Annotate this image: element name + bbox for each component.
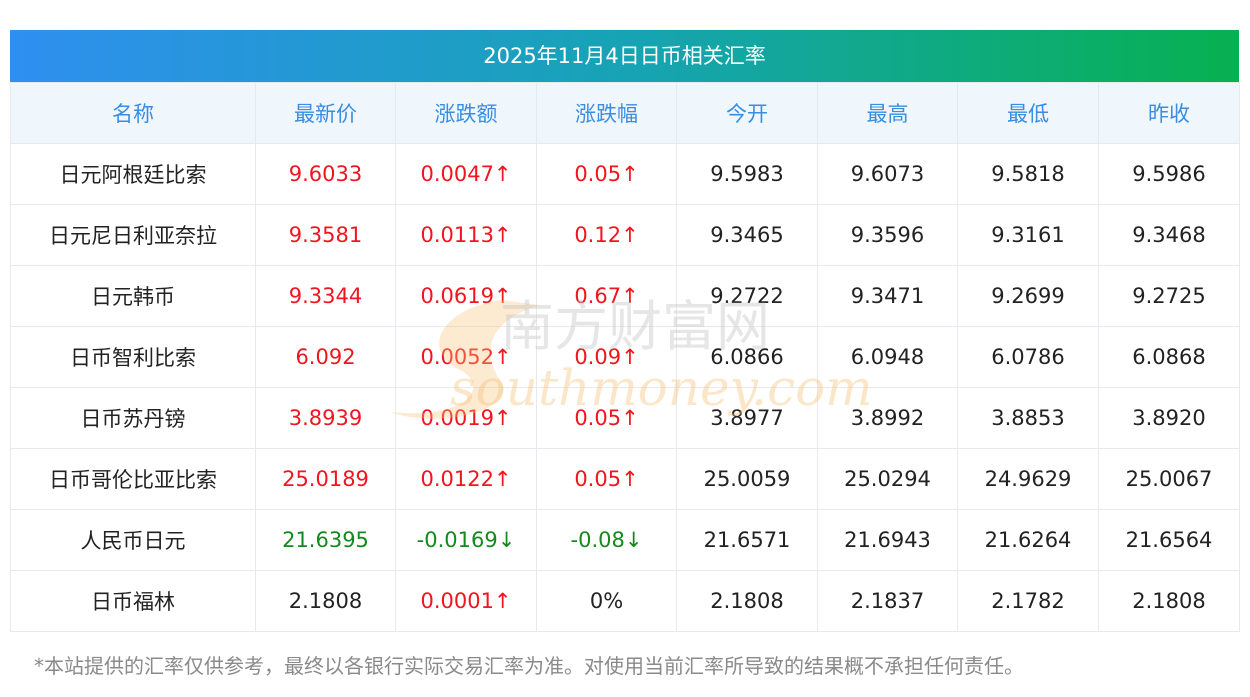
cell-latest: 9.3344: [255, 265, 396, 327]
cell-change-pct: 0.09↑: [536, 326, 677, 388]
cell-name: 日元韩币: [10, 265, 256, 327]
cell-prev-close: 9.5986: [1098, 143, 1240, 205]
table-row: 日元阿根廷比索 9.6033 0.0047↑ 0.05↑ 9.5983 9.6073 9.5…: [10, 143, 1240, 205]
cell-name: 日币哥伦比亚比索: [10, 448, 256, 510]
cell-high: 6.0948: [817, 326, 958, 388]
cell-change-pct: 0%: [536, 570, 677, 632]
cell-name: 人民币日元: [10, 509, 256, 571]
cell-open: 6.0866: [676, 326, 818, 388]
cell-high: 2.1837: [817, 570, 958, 632]
cell-high: 9.3471: [817, 265, 958, 327]
cell-change-pct: 0.05↑: [536, 448, 677, 510]
cell-change: 0.0001↑: [395, 570, 537, 632]
cell-prev-close: 25.0067: [1098, 448, 1240, 510]
column-header-name: 名称: [10, 82, 256, 144]
cell-high: 21.6943: [817, 509, 958, 571]
cell-name: 日币苏丹镑: [10, 387, 256, 449]
cell-change-pct: -0.08↓: [536, 509, 677, 571]
cell-high: 3.8992: [817, 387, 958, 449]
cell-change-pct: 0.05↑: [536, 387, 677, 449]
cell-open: 9.3465: [676, 204, 818, 266]
cell-prev-close: 3.8920: [1098, 387, 1240, 449]
table-row: 日元尼日利亚奈拉 9.3581 0.0113↑ 0.12↑ 9.3465 9.3596 9.…: [10, 204, 1240, 266]
cell-open: 3.8977: [676, 387, 818, 449]
cell-change: 0.0047↑: [395, 143, 537, 205]
column-header-prev-close: 昨收: [1098, 82, 1240, 144]
cell-low: 24.9629: [957, 448, 1099, 510]
table-row: 人民币日元 21.6395 -0.0169↓ -0.08↓ 21.6571 21.6943…: [10, 509, 1240, 571]
cell-low: 2.1782: [957, 570, 1099, 632]
cell-high: 25.0294: [817, 448, 958, 510]
cell-latest: 9.6033: [255, 143, 396, 205]
column-header-latest: 最新价: [255, 82, 396, 144]
cell-low: 6.0786: [957, 326, 1099, 388]
cell-latest: 9.3581: [255, 204, 396, 266]
cell-open: 9.2722: [676, 265, 818, 327]
table-row: 日币智利比索 6.092 0.0052↑ 0.09↑ 6.0866 6.0948 6.078…: [10, 326, 1240, 388]
cell-low: 9.3161: [957, 204, 1099, 266]
column-header-low: 最低: [957, 82, 1099, 144]
cell-prev-close: 6.0868: [1098, 326, 1240, 388]
cell-open: 9.5983: [676, 143, 818, 205]
cell-latest: 2.1808: [255, 570, 396, 632]
cell-low: 21.6264: [957, 509, 1099, 571]
table-row: 日币哥伦比亚比索 25.0189 0.0122↑ 0.05↑ 25.0059 25.029…: [10, 448, 1240, 510]
column-header-high: 最高: [817, 82, 958, 144]
cell-change-pct: 0.67↑: [536, 265, 677, 327]
cell-latest: 6.092: [255, 326, 396, 388]
column-header-change: 涨跌额: [395, 82, 537, 144]
cell-prev-close: 2.1808: [1098, 570, 1240, 632]
table-title: 2025年11月4日日币相关汇率: [10, 30, 1239, 82]
cell-high: 9.3596: [817, 204, 958, 266]
table-row: 日元韩币 9.3344 0.0619↑ 0.67↑ 9.2722 9.3471 9.2699…: [10, 265, 1240, 327]
cell-change: 0.0122↑: [395, 448, 537, 510]
cell-change: -0.0169↓: [395, 509, 537, 571]
cell-name: 日币智利比索: [10, 326, 256, 388]
column-header-change-pct: 涨跌幅: [536, 82, 677, 144]
cell-open: 25.0059: [676, 448, 818, 510]
exchange-rate-card: 2025年11月4日日币相关汇率 名称 最新价 涨跌额 涨跌幅 今开 最高 最低…: [10, 30, 1240, 632]
cell-change-pct: 0.12↑: [536, 204, 677, 266]
cell-prev-close: 9.2725: [1098, 265, 1240, 327]
cell-change: 0.0019↑: [395, 387, 537, 449]
table-header-row: 名称 最新价 涨跌额 涨跌幅 今开 最高 最低 昨收: [10, 82, 1240, 144]
cell-name: 日元阿根廷比索: [10, 143, 256, 205]
table-row: 日币福林 2.1808 0.0001↑ 0% 2.1808 2.1837 2.1782 2.1…: [10, 570, 1240, 632]
cell-latest: 3.8939: [255, 387, 396, 449]
cell-open: 2.1808: [676, 570, 818, 632]
cell-change: 0.0619↑: [395, 265, 537, 327]
cell-prev-close: 21.6564: [1098, 509, 1240, 571]
cell-low: 9.5818: [957, 143, 1099, 205]
cell-low: 3.8853: [957, 387, 1099, 449]
cell-open: 21.6571: [676, 509, 818, 571]
cell-change-pct: 0.05↑: [536, 143, 677, 205]
column-header-open: 今开: [676, 82, 818, 144]
exchange-rate-table: 名称 最新价 涨跌额 涨跌幅 今开 最高 最低 昨收 日元阿根廷比索 9.6033…: [10, 82, 1240, 632]
cell-change: 0.0113↑: [395, 204, 537, 266]
disclaimer-footnote: *本站提供的汇率仅供参考，最终以各银行实际交易汇率为准。对使用当前汇率所导致的结…: [34, 654, 1024, 678]
cell-latest: 25.0189: [255, 448, 396, 510]
cell-name: 日元尼日利亚奈拉: [10, 204, 256, 266]
table-row: 日币苏丹镑 3.8939 0.0019↑ 0.05↑ 3.8977 3.8992 3.885…: [10, 387, 1240, 449]
cell-low: 9.2699: [957, 265, 1099, 327]
cell-change: 0.0052↑: [395, 326, 537, 388]
cell-name: 日币福林: [10, 570, 256, 632]
cell-high: 9.6073: [817, 143, 958, 205]
cell-latest: 21.6395: [255, 509, 396, 571]
cell-prev-close: 9.3468: [1098, 204, 1240, 266]
